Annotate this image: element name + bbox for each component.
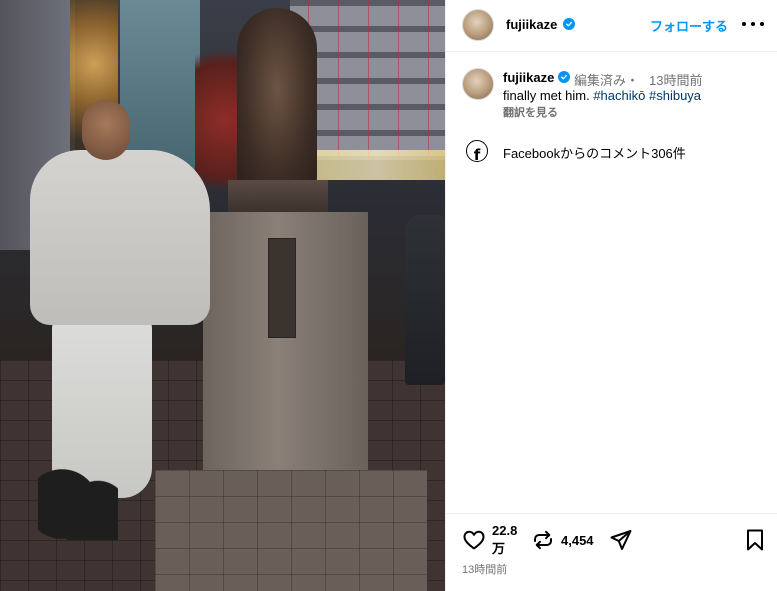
facebook-icon: f	[466, 140, 488, 162]
photo-building-glass	[120, 0, 200, 170]
heart-icon[interactable]	[462, 528, 486, 552]
photo-statue-base	[228, 180, 328, 214]
post-photo[interactable]	[0, 0, 445, 591]
hashtag-link[interactable]: #hachikō	[593, 88, 645, 103]
caption-body: finally met him.	[503, 88, 590, 103]
see-translation-link[interactable]: 翻訳を見る	[503, 104, 558, 120]
caption-username[interactable]: fujiikaze	[503, 70, 554, 85]
hashtag-link[interactable]: #shibuya	[649, 88, 701, 103]
more-options-icon[interactable]	[742, 14, 764, 34]
actions-divider	[446, 513, 777, 514]
verified-badge-icon	[563, 18, 575, 30]
post-timestamp[interactable]: 13時間前	[462, 561, 507, 577]
photo-lights	[310, 150, 445, 180]
caption-text: finally met him. #hachikō #shibuya	[503, 88, 701, 103]
follow-button[interactable]: フォローする	[650, 16, 728, 35]
share-icon[interactable]	[609, 528, 633, 552]
photo-person-head	[82, 100, 130, 160]
bookmark-icon[interactable]	[744, 528, 766, 552]
like-count[interactable]: 22.8 万	[492, 522, 522, 558]
avatar[interactable]	[462, 9, 494, 41]
caption-timestamp[interactable]: 13時間前	[649, 70, 702, 89]
repost-count[interactable]: 4,454	[561, 533, 594, 548]
like-count-number: 22.8	[492, 523, 518, 538]
like-count-unit: 万	[492, 541, 506, 556]
facebook-comments-link[interactable]: Facebookからのコメント306件	[503, 143, 686, 162]
photo-hachiko-statue	[237, 8, 317, 188]
header-username[interactable]: fujiikaze	[506, 17, 557, 32]
repost-icon[interactable]	[531, 528, 555, 552]
post-side-panel: fujiikaze フォローする fujiikaze 編集済み・ 13時間前 f…	[445, 0, 777, 591]
edited-label: 編集済み・	[574, 73, 640, 88]
post-header: fujiikaze フォローする	[446, 0, 777, 52]
photo-plinth	[155, 470, 427, 591]
caption-verified-badge-icon	[558, 71, 570, 83]
caption-avatar[interactable]	[462, 68, 494, 100]
photo-person-body	[30, 150, 210, 325]
photo-bystander	[405, 215, 445, 385]
photo-person-shoes	[38, 450, 118, 540]
photo-plaque	[268, 238, 296, 338]
